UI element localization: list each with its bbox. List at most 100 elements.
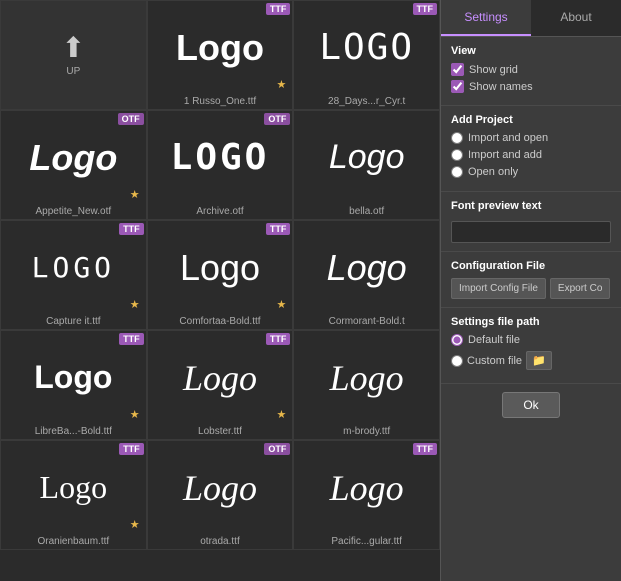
star-icon: ★: [130, 298, 140, 311]
font-preview: Logo: [35, 441, 113, 534]
custom-file-row: Custom file 📁: [451, 351, 611, 370]
font-cell-cormorant[interactable]: Logo Cormorant-Bold.t: [293, 220, 440, 330]
custom-file-radio[interactable]: [451, 355, 463, 367]
font-preview: Logo: [175, 221, 265, 314]
star-icon: ★: [130, 518, 140, 531]
font-name: Oranienbaum.ttf: [33, 534, 113, 549]
show-grid-label: Show grid: [469, 64, 518, 76]
add-project-title: Add Project: [451, 114, 611, 126]
ok-button[interactable]: Ok: [502, 392, 559, 418]
font-name: bella.otf: [345, 204, 388, 219]
font-name: Comfortaa-Bold.ttf: [175, 314, 264, 329]
ttf-badge: TTF: [266, 333, 291, 345]
up-arrow-icon: ⬆: [62, 31, 85, 64]
up-label: UP: [62, 64, 84, 79]
import-open-label: Import and open: [468, 132, 548, 144]
import-open-radio[interactable]: [451, 132, 463, 144]
otf-badge: OTF: [118, 113, 144, 125]
font-preview-title: Font preview text: [451, 200, 611, 212]
import-add-row: Import and add: [451, 149, 611, 161]
config-title: Configuration File: [451, 260, 611, 272]
font-cell-mbrody[interactable]: Logo m-brody.ttf: [293, 330, 440, 440]
font-grid: ⬆ UP TTF Logo 1 Russo_One.ttf ★ TTF LOGO…: [0, 0, 440, 581]
default-file-row: Default file: [451, 334, 611, 346]
font-name: Appetite_New.otf: [32, 204, 116, 219]
tab-bar: Settings About: [441, 0, 621, 37]
otf-badge: OTF: [264, 113, 290, 125]
font-preview: Logo: [24, 111, 122, 204]
font-name: 28_Days...r_Cyr.t: [324, 94, 409, 109]
font-cell-28days[interactable]: TTF LOGO 28_Days...r_Cyr.t: [293, 0, 440, 110]
show-names-label: Show names: [469, 81, 533, 93]
font-name: 1 Russo_One.ttf: [180, 94, 260, 109]
custom-file-label: Custom file: [467, 355, 522, 367]
default-file-label: Default file: [468, 334, 520, 346]
ttf-badge: TTF: [266, 223, 291, 235]
font-cell-capture[interactable]: TTF LOGO Capture it.ttf ★: [0, 220, 147, 330]
show-names-checkbox[interactable]: [451, 80, 464, 93]
star-icon: ★: [276, 78, 286, 91]
add-project-section: Add Project Import and open Import and a…: [441, 106, 621, 192]
font-name: Cormorant-Bold.t: [325, 314, 409, 329]
font-cell-comfortaa[interactable]: TTF Logo Comfortaa-Bold.ttf ★: [147, 220, 294, 330]
settings-panel: Settings About View Show grid Show names…: [440, 0, 621, 581]
font-cell-pacific[interactable]: TTF Logo Pacific...gular.ttf: [293, 440, 440, 550]
font-preview: Logo: [325, 331, 409, 424]
view-title: View: [451, 45, 611, 57]
font-name: LibreBa...-Bold.ttf: [31, 424, 116, 439]
export-config-btn[interactable]: Export Co: [550, 278, 610, 299]
import-add-radio[interactable]: [451, 149, 463, 161]
font-preview-input[interactable]: [451, 221, 611, 243]
import-open-row: Import and open: [451, 132, 611, 144]
ttf-badge: TTF: [119, 333, 144, 345]
browse-folder-btn[interactable]: 📁: [526, 351, 552, 370]
ttf-badge: TTF: [119, 443, 144, 455]
show-grid-checkbox[interactable]: [451, 63, 464, 76]
show-names-row: Show names: [451, 80, 611, 93]
tab-settings[interactable]: Settings: [441, 0, 531, 36]
ttf-badge: TTF: [266, 3, 291, 15]
star-icon: ★: [276, 408, 286, 421]
font-preview: Logo: [322, 221, 412, 314]
ttf-badge: TTF: [119, 223, 144, 235]
font-cell-russo[interactable]: TTF Logo 1 Russo_One.ttf ★: [147, 0, 294, 110]
font-name: Lobster.ttf: [194, 424, 246, 439]
ttf-badge: TTF: [413, 3, 438, 15]
star-icon: ★: [130, 188, 140, 201]
font-preview: Logo: [178, 441, 262, 534]
font-preview: Logo: [171, 1, 269, 94]
font-preview: LOGO: [27, 221, 120, 314]
font-preview: Logo: [178, 331, 262, 424]
font-cell-otrada[interactable]: OTF Logo otrada.ttf: [147, 440, 294, 550]
font-cell-lobster[interactable]: TTF Logo Lobster.ttf ★: [147, 330, 294, 440]
open-only-row: Open only: [451, 166, 611, 178]
tab-about[interactable]: About: [531, 0, 621, 36]
font-preview: Logo: [324, 111, 410, 204]
font-cell-archive[interactable]: OTF LOGO Archive.otf: [147, 110, 294, 220]
default-file-radio[interactable]: [451, 334, 463, 346]
config-btn-row: Import Config File Export Co: [451, 278, 611, 299]
show-grid-row: Show grid: [451, 63, 611, 76]
font-preview: Logo: [325, 441, 409, 534]
up-button[interactable]: ⬆ UP: [0, 0, 147, 110]
font-cell-bella[interactable]: Logo bella.otf: [293, 110, 440, 220]
ttf-badge: TTF: [413, 443, 438, 455]
font-cell-appetite[interactable]: OTF Logo Appetite_New.otf ★: [0, 110, 147, 220]
font-preview-section: Font preview text: [441, 192, 621, 252]
open-only-radio[interactable]: [451, 166, 463, 178]
font-cell-libre[interactable]: TTF Logo LibreBa...-Bold.ttf ★: [0, 330, 147, 440]
settings-file-path-section: Settings file path Default file Custom f…: [441, 308, 621, 384]
font-name: otrada.ttf: [196, 534, 243, 549]
star-icon: ★: [130, 408, 140, 421]
view-section: View Show grid Show names: [441, 37, 621, 106]
import-config-btn[interactable]: Import Config File: [451, 278, 546, 299]
otf-badge: OTF: [264, 443, 290, 455]
import-add-label: Import and add: [468, 149, 542, 161]
font-name: Archive.otf: [192, 204, 247, 219]
font-cell-oranienbaum[interactable]: TTF Logo Oranienbaum.ttf ★: [0, 440, 147, 550]
font-name: m-brody.ttf: [339, 424, 394, 439]
config-section: Configuration File Import Config File Ex…: [441, 252, 621, 308]
font-name: Capture it.ttf: [42, 314, 104, 329]
open-only-label: Open only: [468, 166, 518, 178]
font-preview: LOGO: [314, 1, 419, 94]
